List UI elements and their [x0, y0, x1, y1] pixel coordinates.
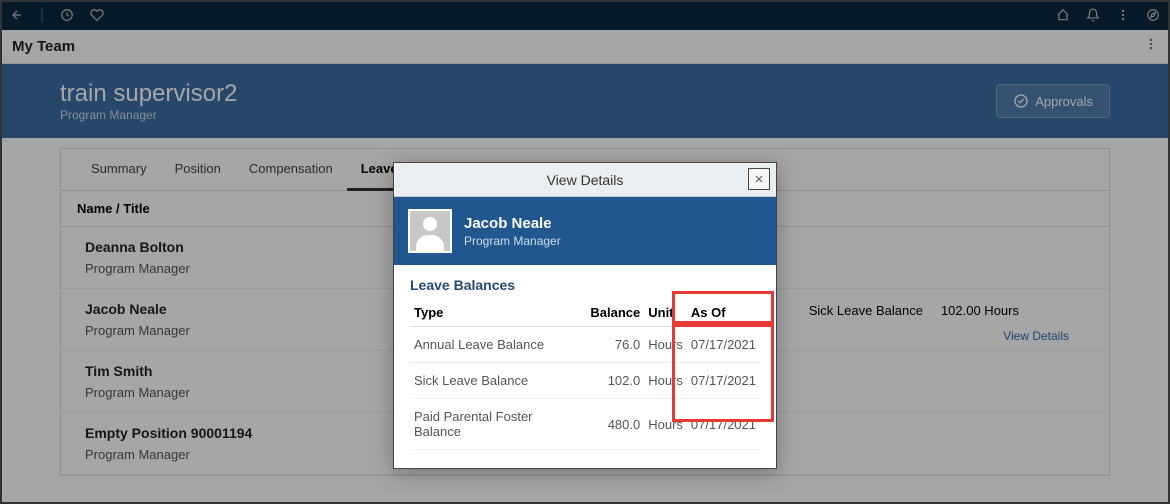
leave-balances-title: Leave Balances — [410, 277, 760, 293]
leave-balances-table: Type Balance Unit As Of Annual Leave Bal… — [410, 299, 760, 450]
cell-unit: Hours — [644, 363, 687, 399]
modal-body: Leave Balances Type Balance Unit As Of A… — [394, 265, 776, 468]
cell-type: Sick Leave Balance — [410, 363, 586, 399]
avatar — [408, 209, 452, 253]
table-row: Paid Parental Foster Balance 480.0 Hours… — [410, 399, 760, 450]
modal-title: View Details — [547, 172, 624, 188]
close-button[interactable] — [748, 168, 770, 190]
cell-unit: Hours — [644, 399, 687, 450]
table-row: Sick Leave Balance 102.0 Hours 07/17/202… — [410, 363, 760, 399]
cell-balance: 76.0 — [586, 327, 644, 363]
col-unit: Unit — [644, 299, 687, 327]
modal-header: View Details — [394, 163, 776, 197]
view-details-modal: View Details Jacob Neale Program Manager… — [393, 162, 777, 469]
col-balance: Balance — [586, 299, 644, 327]
modal-person: Jacob Neale Program Manager — [394, 197, 776, 265]
cell-balance: 480.0 — [586, 399, 644, 450]
cell-unit: Hours — [644, 327, 687, 363]
col-asof: As Of — [687, 299, 760, 327]
cell-asof: 07/17/2021 — [687, 327, 760, 363]
cell-type: Annual Leave Balance — [410, 327, 586, 363]
cell-asof: 07/17/2021 — [687, 363, 760, 399]
cell-asof: 07/17/2021 — [687, 399, 760, 450]
modal-person-name: Jacob Neale — [464, 215, 561, 232]
col-type: Type — [410, 299, 586, 327]
cell-balance: 102.0 — [586, 363, 644, 399]
cell-type: Paid Parental Foster Balance — [410, 399, 586, 450]
close-icon — [753, 173, 765, 185]
table-row: Annual Leave Balance 76.0 Hours 07/17/20… — [410, 327, 760, 363]
modal-person-role: Program Manager — [464, 234, 561, 248]
